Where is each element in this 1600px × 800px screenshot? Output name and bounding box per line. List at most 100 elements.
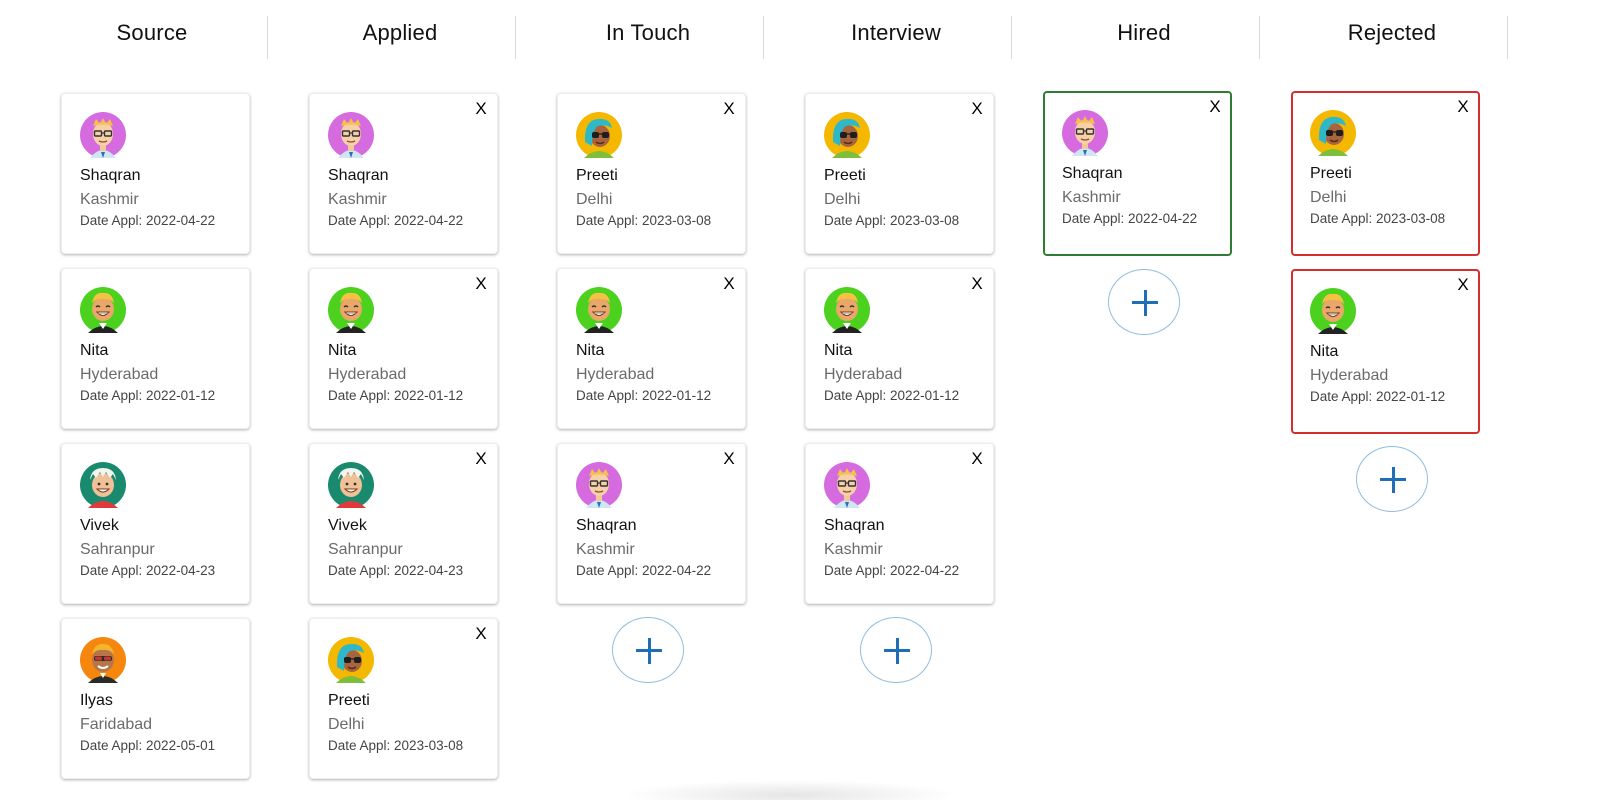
- candidate-card[interactable]: Nita Hyderabad Date Appl: 2022-01-12 X: [309, 268, 498, 429]
- candidate-city: Kashmir: [1062, 189, 1121, 206]
- avatar: [576, 287, 622, 333]
- column-divider: [267, 16, 268, 59]
- candidate-name: Preeti: [1310, 165, 1352, 182]
- candidate-city: Delhi: [576, 191, 613, 208]
- add-candidate-button[interactable]: [1356, 446, 1428, 512]
- avatar: [80, 462, 126, 508]
- add-candidate-button[interactable]: [612, 617, 684, 683]
- candidate-card[interactable]: Nita Hyderabad Date Appl: 2022-01-12 X: [557, 268, 746, 429]
- column-divider: [1507, 16, 1508, 59]
- avatar: [824, 112, 870, 158]
- remove-candidate-button[interactable]: X: [473, 100, 489, 118]
- application-date: Date Appl: 2022-01-12: [80, 388, 216, 403]
- candidate-name: Nita: [328, 342, 357, 359]
- column-header-source: Source: [116, 20, 188, 45]
- avatar: [824, 462, 870, 508]
- avatar: [328, 462, 374, 508]
- application-date: Date Appl: 2023-03-08: [824, 213, 960, 228]
- application-date: Date Appl: 2022-04-23: [80, 563, 216, 578]
- candidate-city: Delhi: [824, 191, 861, 208]
- candidate-name: Vivek: [328, 517, 367, 534]
- application-date: Date Appl: 2022-01-12: [576, 388, 712, 403]
- candidate-name: Shaqran: [824, 517, 885, 534]
- candidate-name: Nita: [1310, 343, 1339, 360]
- application-date: Date Appl: 2022-04-22: [328, 213, 464, 228]
- avatar: [328, 112, 374, 158]
- remove-candidate-button[interactable]: X: [1455, 276, 1471, 294]
- remove-candidate-button[interactable]: X: [969, 100, 985, 118]
- remove-candidate-button[interactable]: X: [1455, 98, 1471, 116]
- candidate-card[interactable]: Preeti Delhi Date Appl: 2023-03-08 X: [1291, 91, 1480, 256]
- remove-candidate-button[interactable]: X: [473, 625, 489, 643]
- remove-candidate-button[interactable]: X: [473, 275, 489, 293]
- candidate-card[interactable]: Preeti Delhi Date Appl: 2023-03-08 X: [309, 618, 498, 779]
- candidate-city: Hyderabad: [576, 366, 655, 383]
- candidate-card[interactable]: Vivek Sahranpur Date Appl: 2022-04-23: [61, 443, 250, 604]
- kanban-board: Source Applied In Touch Interview Hired Rejec…: [0, 0, 1600, 800]
- remove-candidate-button[interactable]: X: [969, 275, 985, 293]
- candidate-card[interactable]: Shaqran Kashmir Date Appl: 2022-04-22 X: [557, 443, 746, 604]
- avatar: [576, 462, 622, 508]
- avatar: [576, 112, 622, 158]
- candidate-card[interactable]: Nita Hyderabad Date Appl: 2022-01-12 X: [805, 268, 994, 429]
- avatar: [80, 287, 126, 333]
- remove-candidate-button[interactable]: X: [1207, 98, 1223, 116]
- candidate-city: Sahranpur: [80, 541, 155, 558]
- candidate-card[interactable]: Nita Hyderabad Date Appl: 2022-01-12: [61, 268, 250, 429]
- column-header-interview: Interview: [851, 20, 941, 45]
- column-divider: [1259, 16, 1260, 59]
- candidate-city: Hyderabad: [824, 366, 903, 383]
- remove-candidate-button[interactable]: X: [473, 450, 489, 468]
- candidate-name: Preeti: [576, 167, 618, 184]
- column-header-hired: Hired: [1117, 20, 1171, 45]
- candidate-name: Shaqran: [328, 167, 389, 184]
- application-date: Date Appl: 2022-04-22: [824, 563, 960, 578]
- candidate-card[interactable]: Shaqran Kashmir Date Appl: 2022-04-22: [61, 93, 250, 254]
- candidate-name: Shaqran: [80, 167, 141, 184]
- column-header-in-touch: In Touch: [605, 20, 691, 45]
- remove-candidate-button[interactable]: X: [721, 100, 737, 118]
- candidate-city: Delhi: [328, 716, 365, 733]
- candidate-card[interactable]: Shaqran Kashmir Date Appl: 2022-04-22 X: [805, 443, 994, 604]
- column-divider: [763, 16, 764, 59]
- plus-icon: [1391, 467, 1395, 493]
- avatar: [80, 637, 126, 683]
- application-date: Date Appl: 2022-01-12: [824, 388, 960, 403]
- application-date: Date Appl: 2022-05-01: [80, 738, 216, 753]
- candidate-name: Shaqran: [576, 517, 637, 534]
- candidate-card[interactable]: Shaqran Kashmir Date Appl: 2022-04-22 X: [309, 93, 498, 254]
- candidate-card[interactable]: Preeti Delhi Date Appl: 2023-03-08 X: [557, 93, 746, 254]
- candidate-card[interactable]: Shaqran Kashmir Date Appl: 2022-04-22 X: [1043, 91, 1232, 256]
- application-date: Date Appl: 2022-04-22: [80, 213, 216, 228]
- candidate-card[interactable]: Vivek Sahranpur Date Appl: 2022-04-23 X: [309, 443, 498, 604]
- plus-icon: [647, 638, 651, 664]
- candidate-card[interactable]: Ilyas Faridabad Date Appl: 2022-05-01: [61, 618, 250, 779]
- add-candidate-button[interactable]: [860, 617, 932, 683]
- remove-candidate-button[interactable]: X: [721, 275, 737, 293]
- application-date: Date Appl: 2023-03-08: [576, 213, 712, 228]
- avatar: [824, 287, 870, 333]
- avatar: [1310, 110, 1356, 156]
- remove-candidate-button[interactable]: X: [969, 450, 985, 468]
- candidate-city: Faridabad: [80, 716, 153, 733]
- application-date: Date Appl: 2022-04-23: [328, 563, 464, 578]
- candidate-city: Hyderabad: [328, 366, 407, 383]
- add-candidate-button[interactable]: [1108, 269, 1180, 335]
- candidate-city: Kashmir: [824, 541, 883, 558]
- candidate-city: Kashmir: [80, 191, 139, 208]
- application-date: Date Appl: 2023-03-08: [1310, 211, 1446, 226]
- column-divider: [1011, 16, 1012, 59]
- candidate-card[interactable]: Preeti Delhi Date Appl: 2023-03-08 X: [805, 93, 994, 254]
- application-date: Date Appl: 2023-03-08: [328, 738, 464, 753]
- avatar: [328, 637, 374, 683]
- candidate-name: Preeti: [328, 692, 370, 709]
- remove-candidate-button[interactable]: X: [721, 450, 737, 468]
- candidate-city: Sahranpur: [328, 541, 403, 558]
- candidate-card[interactable]: Nita Hyderabad Date Appl: 2022-01-12 X: [1291, 269, 1480, 434]
- application-date: Date Appl: 2022-04-22: [576, 563, 712, 578]
- candidate-city: Kashmir: [576, 541, 635, 558]
- avatar: [328, 287, 374, 333]
- candidate-name: Nita: [824, 342, 853, 359]
- avatar: [1310, 288, 1356, 334]
- plus-icon: [895, 638, 899, 664]
